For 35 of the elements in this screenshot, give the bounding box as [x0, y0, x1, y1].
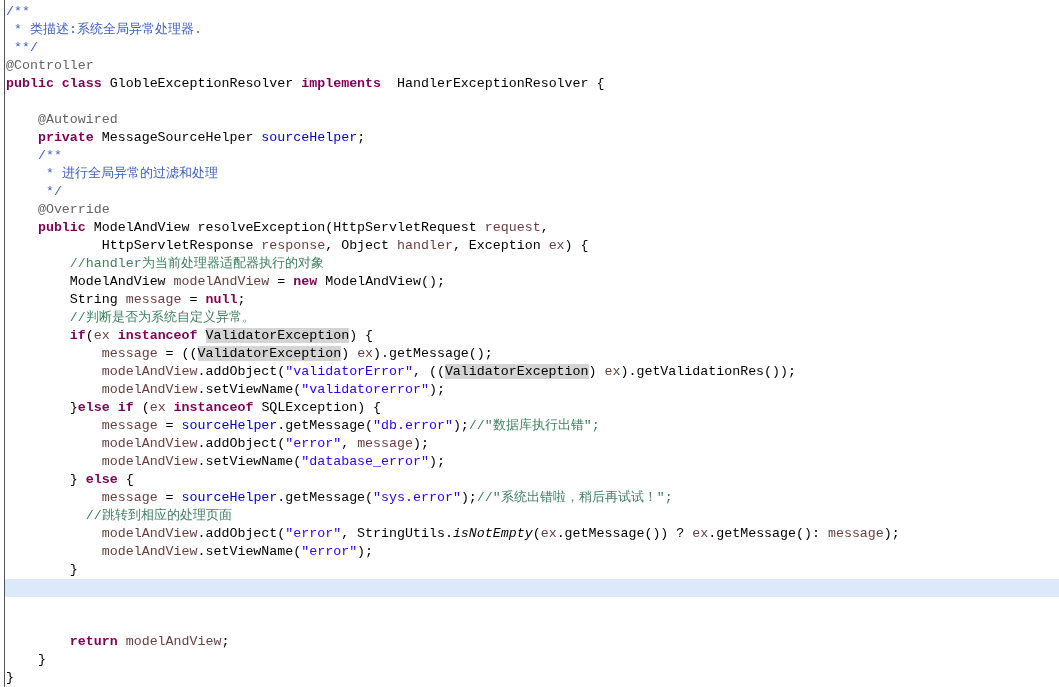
code-line: * 进行全局异常的过滤和处理 — [44, 165, 218, 183]
code-line: modelAndView.addObject("error", StringUtils.isNotEmpty(ex.getMessage()) ? ex.getMessage(): message); — [100, 525, 900, 543]
code-line: if(ex instanceof ValidatorException) { — [68, 327, 374, 345]
code-line: public class GlobleExceptionResolver implements HandlerExceptionResolver { — [6, 75, 605, 93]
code-line: modelAndView.setViewName("validatorerror"); — [100, 381, 445, 399]
code-line: } else { — [68, 471, 134, 489]
code-line: modelAndView.setViewName("database_error"); — [100, 453, 445, 471]
code-line: private MessageSourceHelper sourceHelper; — [36, 129, 366, 147]
code-line: */ — [44, 183, 62, 201]
code-line: //判断是否为系统自定义异常。 — [68, 309, 255, 327]
code-line: modelAndView.addObject("validatorError", ((ValidatorException) ex).getValidationRes()); — [100, 363, 797, 381]
code-line: }else if (ex instanceof SQLException) { — [68, 399, 382, 417]
code-line: //handler为当前处理器适配器执行的对象 — [68, 255, 324, 273]
code-line: message = sourceHelper.getMessage("sys.error");//"系统出错啦，稍后再试试！"; — [100, 489, 673, 507]
code-line: } — [36, 651, 46, 669]
code-line: modelAndView.addObject("error", message); — [100, 435, 429, 453]
code-line: ModelAndView modelAndView = new ModelAndView(); — [68, 273, 445, 291]
code-line: **/ — [12, 39, 38, 57]
code-line: /** — [36, 147, 62, 165]
code-line: @Controller — [6, 57, 94, 75]
code-line: modelAndView.setViewName("error"); — [100, 543, 374, 561]
code-line: public ModelAndView resolveException(HttpServletRequest request, — [36, 219, 549, 237]
code-line: @Autowired — [36, 111, 118, 129]
code-line: /** — [6, 3, 30, 21]
code-editor[interactable] — [4, 0, 1059, 687]
code-line: message = ((ValidatorException) ex).getMessage(); — [100, 345, 493, 363]
code-line: String message = null; — [68, 291, 246, 309]
code-line: message = sourceHelper.getMessage("db.error");//"数据库执行出错"; — [100, 417, 600, 435]
code-line: //跳转到相应的处理页面 — [84, 507, 232, 525]
code-line: } — [68, 561, 78, 579]
code-line: } — [6, 669, 14, 687]
code-line: return modelAndView; — [68, 633, 230, 651]
code-line: * 类描述:系统全局异常处理器. — [12, 21, 202, 39]
code-line: HttpServletResponse response, Object handler, Exception ex) { — [100, 237, 589, 255]
code-line: @Override — [36, 201, 110, 219]
